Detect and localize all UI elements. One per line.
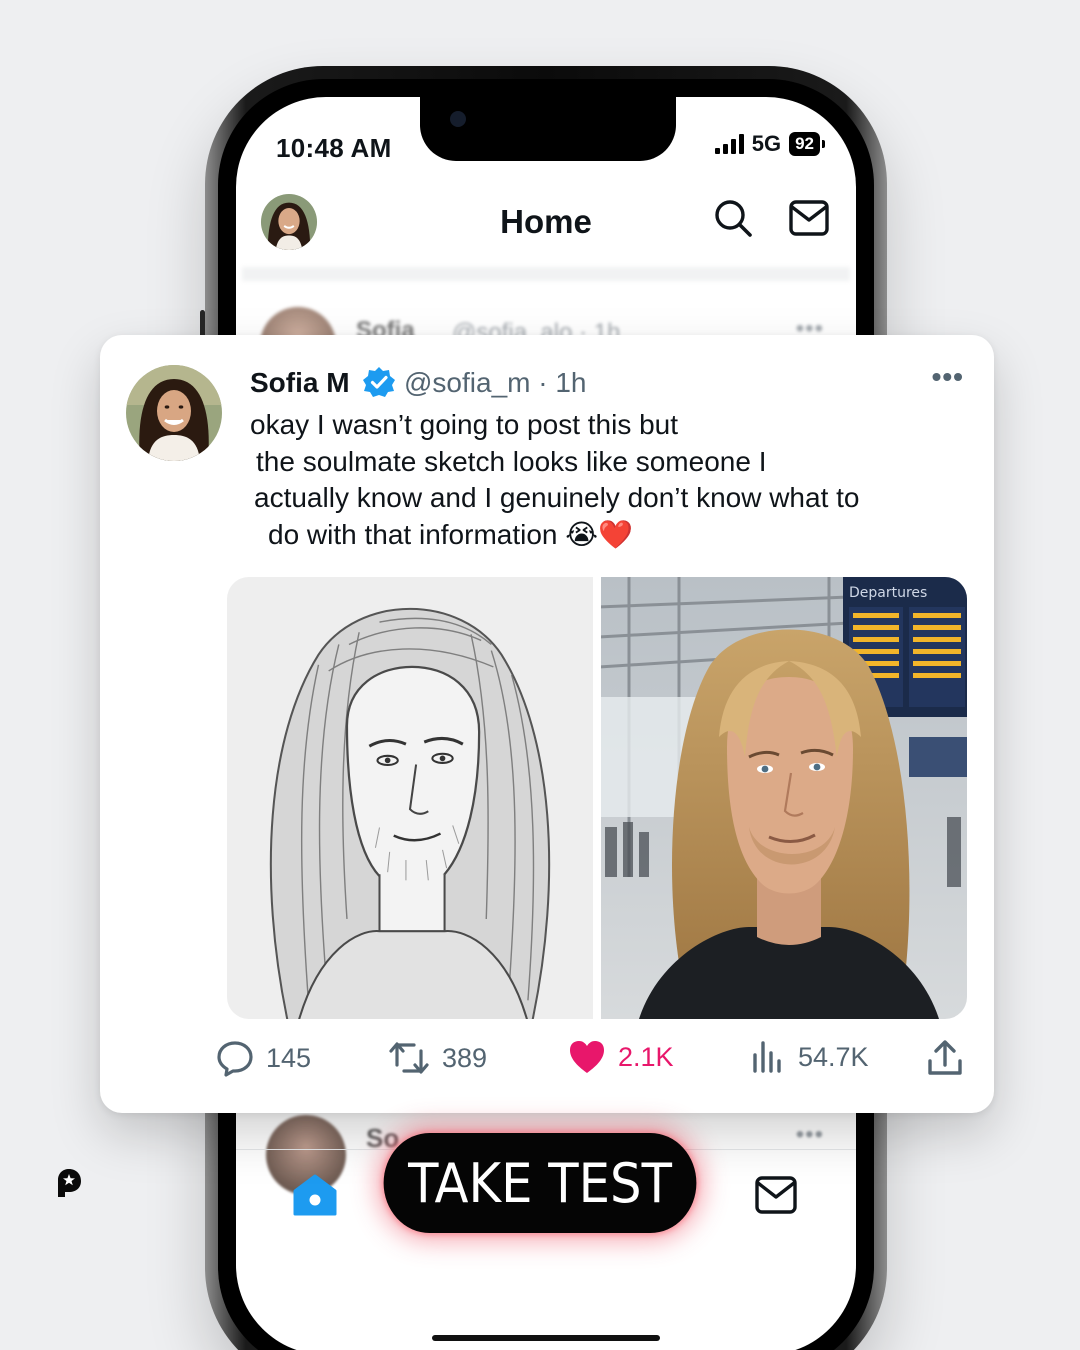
brand-logo-icon — [58, 1169, 81, 1197]
views-button[interactable]: 54.7K — [750, 1039, 869, 1075]
front-camera — [450, 111, 466, 127]
status-time: 10:48 AM — [276, 133, 392, 163]
sketch-image[interactable] — [227, 577, 593, 1019]
search-icon[interactable] — [712, 197, 754, 239]
retweet-icon — [389, 1042, 429, 1074]
like-button[interactable]: 2.1K — [568, 1039, 674, 1075]
tweet-text: okay I wasn’t going to post this but the… — [250, 407, 950, 553]
reply-button[interactable]: 145 — [216, 1039, 311, 1077]
reply-icon — [217, 1041, 253, 1077]
tweet-text-line: the soulmate sketch looks like someone I — [256, 445, 767, 477]
avatar[interactable] — [126, 365, 222, 461]
heart-icon — [570, 1041, 604, 1073]
take-test-button[interactable]: TAKE TEST — [383, 1133, 697, 1233]
tweet-card[interactable]: Sofia M @sofia_m · 1h ••• okay I wasn’t … — [100, 335, 994, 1113]
share-button[interactable] — [926, 1039, 964, 1077]
messages-icon[interactable] — [754, 1175, 798, 1215]
share-icon — [928, 1040, 962, 1075]
verified-badge-icon — [363, 367, 395, 397]
home-icon[interactable] — [292, 1173, 338, 1217]
signal-icon — [714, 134, 744, 154]
tweet-author-handle[interactable]: @sofia_m · 1h — [404, 367, 587, 399]
like-count: 2.1K — [618, 1041, 674, 1072]
page-title: Home — [500, 203, 592, 240]
departures-sign: Departures — [849, 585, 927, 601]
retweet-count: 389 — [442, 1042, 488, 1073]
network-label: 5G — [751, 131, 782, 156]
tweet-text-line: do with that information 😭❤️ — [268, 518, 633, 550]
airport-photo[interactable]: Departures — [601, 577, 967, 1019]
tweet-text-line: okay I wasn’t going to post this but — [250, 409, 679, 440]
more-options-icon[interactable]: ••• — [932, 361, 964, 393]
mail-icon[interactable] — [788, 199, 830, 237]
reply-count: 145 — [266, 1042, 312, 1073]
views-icon — [753, 1041, 781, 1073]
feed-divider — [242, 267, 850, 281]
status-indicators: 5G 92 — [714, 131, 825, 157]
retweet-button[interactable]: 389 — [388, 1039, 487, 1077]
notch — [420, 97, 676, 161]
views-count: 54.7K — [798, 1041, 869, 1072]
tweet-media[interactable]: Departures — [227, 577, 967, 1019]
battery-icon: 92 — [789, 132, 825, 156]
tweet-text-line: actually know and I genuinely don’t know… — [254, 482, 860, 513]
tweet-actions: 145 389 2.1K 54.7K — [216, 1039, 966, 1087]
home-indicator — [432, 1335, 660, 1341]
tweet-author-name[interactable]: Sofia M — [250, 367, 350, 399]
more-icon: ••• — [795, 1121, 824, 1148]
